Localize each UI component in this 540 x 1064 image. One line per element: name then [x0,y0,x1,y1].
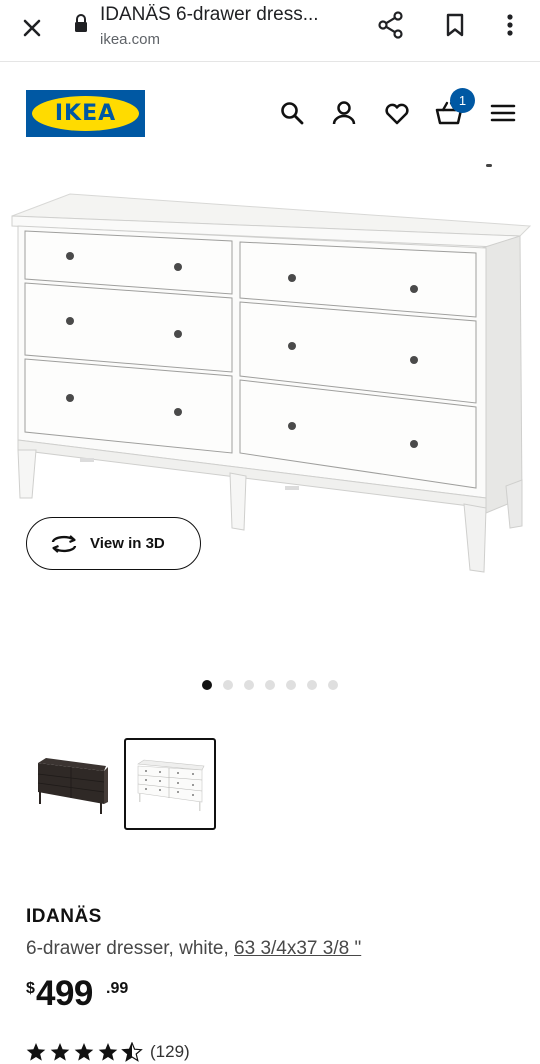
view-in-3d-button[interactable]: View in 3D [26,517,201,570]
price-integer: 499 [36,974,93,1013]
bookmark-icon[interactable] [441,10,469,40]
heart-icon[interactable] [382,98,412,128]
menu-icon[interactable] [488,98,518,128]
product-name: IDANÄS [26,906,102,927]
thumbnail-white-image [137,759,205,811]
close-icon[interactable] [18,14,46,42]
price-currency: $ [26,980,35,997]
view-in-3d-label: View in 3D [90,535,165,552]
product-type-color: 6-drawer dresser, white, [26,938,235,959]
header-divider-mark [486,164,492,167]
carousel-dot[interactable] [328,680,338,690]
more-vert-icon[interactable] [498,10,522,40]
thumbnail-dark-brown[interactable] [28,738,120,830]
carousel-dot[interactable] [223,680,233,690]
user-icon[interactable] [329,98,359,128]
product-dimensions-link[interactable]: 63 3/4x37 3/8 " [234,938,361,959]
carousel-dot[interactable] [202,680,212,690]
review-count[interactable]: (129) [150,1042,190,1062]
lock-icon [75,14,87,32]
product-description: 6-drawer dresser, white, 63 3/4x37 3/8 " [26,938,361,960]
page-url[interactable]: ikea.com [100,31,160,48]
cart-count-badge[interactable]: 1 [450,88,475,113]
browser-toolbar: IDANÄS 6-drawer dress... ikea.com [0,0,540,62]
thumbnail-white[interactable] [124,738,216,830]
logo-text: IKEA [54,101,117,126]
ikea-logo[interactable]: IKEA [26,90,145,137]
carousel-dot[interactable] [307,680,317,690]
carousel-dot[interactable] [265,680,275,690]
carousel-dot[interactable] [286,680,296,690]
star-rating-icon [26,1042,142,1062]
site-header: IKEA 1 [0,62,540,162]
share-icon[interactable] [376,10,406,40]
rotate-3d-icon [51,535,77,553]
thumbnail-dark-brown-image [37,758,108,814]
page-title[interactable]: IDANÄS 6-drawer dress... [100,4,355,26]
carousel-dot[interactable] [244,680,254,690]
search-icon[interactable] [277,98,307,128]
price-decimals: .99 [106,980,129,997]
